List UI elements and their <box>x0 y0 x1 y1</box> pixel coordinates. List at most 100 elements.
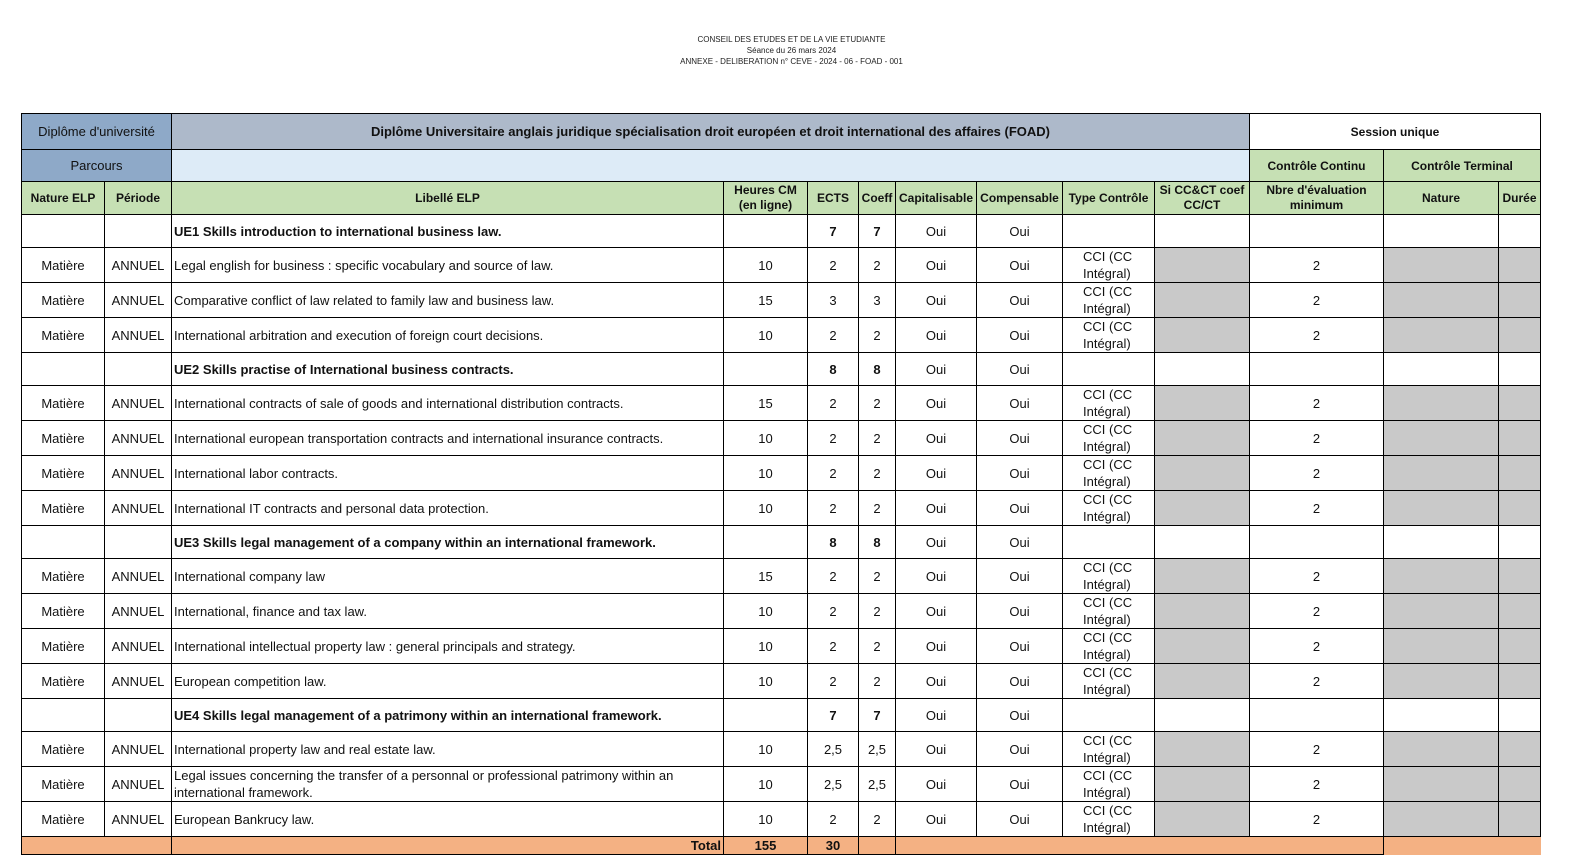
heures-cell <box>723 352 808 386</box>
periode-cell: ANNUEL <box>104 801 172 837</box>
ects-cell: 2 <box>807 490 859 526</box>
coeff-cell: 2 <box>858 455 896 491</box>
duree-cell <box>1498 214 1541 248</box>
libelle-cell: International, finance and tax law. <box>171 593 724 629</box>
libelle-cell: International intellectual property law … <box>171 628 724 664</box>
heures-cell: 10 <box>723 663 808 699</box>
compensable-cell: Oui <box>976 282 1063 318</box>
nature-cell <box>1383 420 1499 456</box>
libelle-cell: Comparative conflict of law related to f… <box>171 282 724 318</box>
capitalisable-cell: Oui <box>895 317 977 353</box>
header-deliberation: ANNEXE - DELIBERATION n° CEVE - 2024 - 0… <box>680 57 903 66</box>
coeff-cell: 2 <box>858 490 896 526</box>
ects-cell: 8 <box>807 352 859 386</box>
libelle-cell: UE1 Skills introduction to international… <box>171 214 724 248</box>
nature-cell <box>1383 731 1499 767</box>
si-cc-ct-cell <box>1154 698 1250 732</box>
duree-cell <box>1498 282 1541 318</box>
periode-cell: ANNUEL <box>104 490 172 526</box>
duree-cell <box>1498 593 1541 629</box>
si-cc-ct-cell <box>1154 317 1250 353</box>
table-row: Matière ANNUEL International labor contrac… <box>21 455 1541 491</box>
col-duree: Durée <box>1498 181 1541 215</box>
heures-cell: 10 <box>723 247 808 283</box>
libelle-cell: Legal issues concerning the transfer of … <box>171 766 724 802</box>
compensable-cell: Oui <box>976 766 1063 802</box>
nbre-evaluation-cell: 2 <box>1249 766 1384 802</box>
ects-cell: 7 <box>807 214 859 248</box>
periode-cell <box>104 698 172 732</box>
coeff-cell: 2 <box>858 801 896 837</box>
si-cc-ct-cell <box>1154 593 1250 629</box>
capitalisable-cell: Oui <box>895 214 977 248</box>
nature-elp-cell: Matière <box>21 247 105 283</box>
si-cc-ct-cell <box>1154 731 1250 767</box>
duree-cell <box>1498 455 1541 491</box>
compensable-cell: Oui <box>976 731 1063 767</box>
nature-cell <box>1383 663 1499 699</box>
col-libelle-elp: Libellé ELP <box>171 181 724 215</box>
capitalisable-cell: Oui <box>895 455 977 491</box>
nbre-evaluation-cell: 2 <box>1249 593 1384 629</box>
type-controle-cell <box>1062 214 1155 248</box>
si-cc-ct-cell <box>1154 663 1250 699</box>
si-cc-ct-cell <box>1154 282 1250 318</box>
ects-cell: 3 <box>807 282 859 318</box>
nature-elp-cell: Matière <box>21 766 105 802</box>
nature-cell <box>1383 801 1499 837</box>
si-cc-ct-cell <box>1154 628 1250 664</box>
curriculum-table: Diplôme d'université Diplôme Universitai… <box>21 113 1541 855</box>
periode-cell <box>104 525 172 559</box>
duree-cell <box>1498 731 1541 767</box>
nature-elp-cell: Matière <box>21 490 105 526</box>
coeff-cell: 3 <box>858 282 896 318</box>
si-cc-ct-cell <box>1154 247 1250 283</box>
ects-cell: 2,5 <box>807 766 859 802</box>
coeff-cell: 7 <box>858 214 896 248</box>
nature-cell <box>1383 558 1499 594</box>
libelle-cell: European Bankrucy law. <box>171 801 724 837</box>
type-controle-cell: CCI (CC Intégral) <box>1062 731 1155 767</box>
nature-elp-cell <box>21 352 105 386</box>
type-controle-cell: CCI (CC Intégral) <box>1062 385 1155 421</box>
capitalisable-cell: Oui <box>895 698 977 732</box>
parcours-label: Parcours <box>21 149 172 182</box>
coeff-cell: 2 <box>858 593 896 629</box>
nature-cell <box>1383 385 1499 421</box>
compensable-cell: Oui <box>976 420 1063 456</box>
header-council: CONSEIL DES ETUDES ET DE LA VIE ETUDIANT… <box>697 35 886 44</box>
col-si-cc-ct: Si CC&CT coef CC/CT <box>1154 181 1250 215</box>
col-periode: Période <box>104 181 172 215</box>
compensable-cell: Oui <box>976 214 1063 248</box>
si-cc-ct-cell <box>1154 801 1250 837</box>
heures-cell: 10 <box>723 593 808 629</box>
table-row: Matière ANNUEL International IT contracts … <box>21 490 1541 526</box>
ects-cell: 2 <box>807 801 859 837</box>
compensable-cell: Oui <box>976 490 1063 526</box>
table-row: Matière ANNUEL International, finance and … <box>21 593 1541 629</box>
nbre-evaluation-cell <box>1249 352 1384 386</box>
si-cc-ct-cell <box>1154 558 1250 594</box>
compensable-cell: Oui <box>976 558 1063 594</box>
nature-elp-cell: Matière <box>21 801 105 837</box>
nature-cell <box>1383 698 1499 732</box>
periode-cell: ANNUEL <box>104 420 172 456</box>
duree-cell <box>1498 663 1541 699</box>
nature-cell <box>1383 247 1499 283</box>
coeff-cell: 2 <box>858 663 896 699</box>
compensable-cell: Oui <box>976 455 1063 491</box>
type-controle-cell: CCI (CC Intégral) <box>1062 247 1155 283</box>
capitalisable-cell: Oui <box>895 282 977 318</box>
libelle-cell: International labor contracts. <box>171 455 724 491</box>
libelle-cell: International company law <box>171 558 724 594</box>
nature-elp-cell: Matière <box>21 593 105 629</box>
col-compensable: Compensable <box>976 181 1063 215</box>
parcours-value <box>171 149 1250 182</box>
coeff-cell: 8 <box>858 525 896 559</box>
coeff-cell: 2 <box>858 385 896 421</box>
ects-cell: 2 <box>807 247 859 283</box>
heures-cell: 15 <box>723 385 808 421</box>
nature-elp-cell: Matière <box>21 663 105 699</box>
ue-row: UE3 Skills legal management of a company… <box>21 525 1541 559</box>
coeff-cell: 8 <box>858 352 896 386</box>
